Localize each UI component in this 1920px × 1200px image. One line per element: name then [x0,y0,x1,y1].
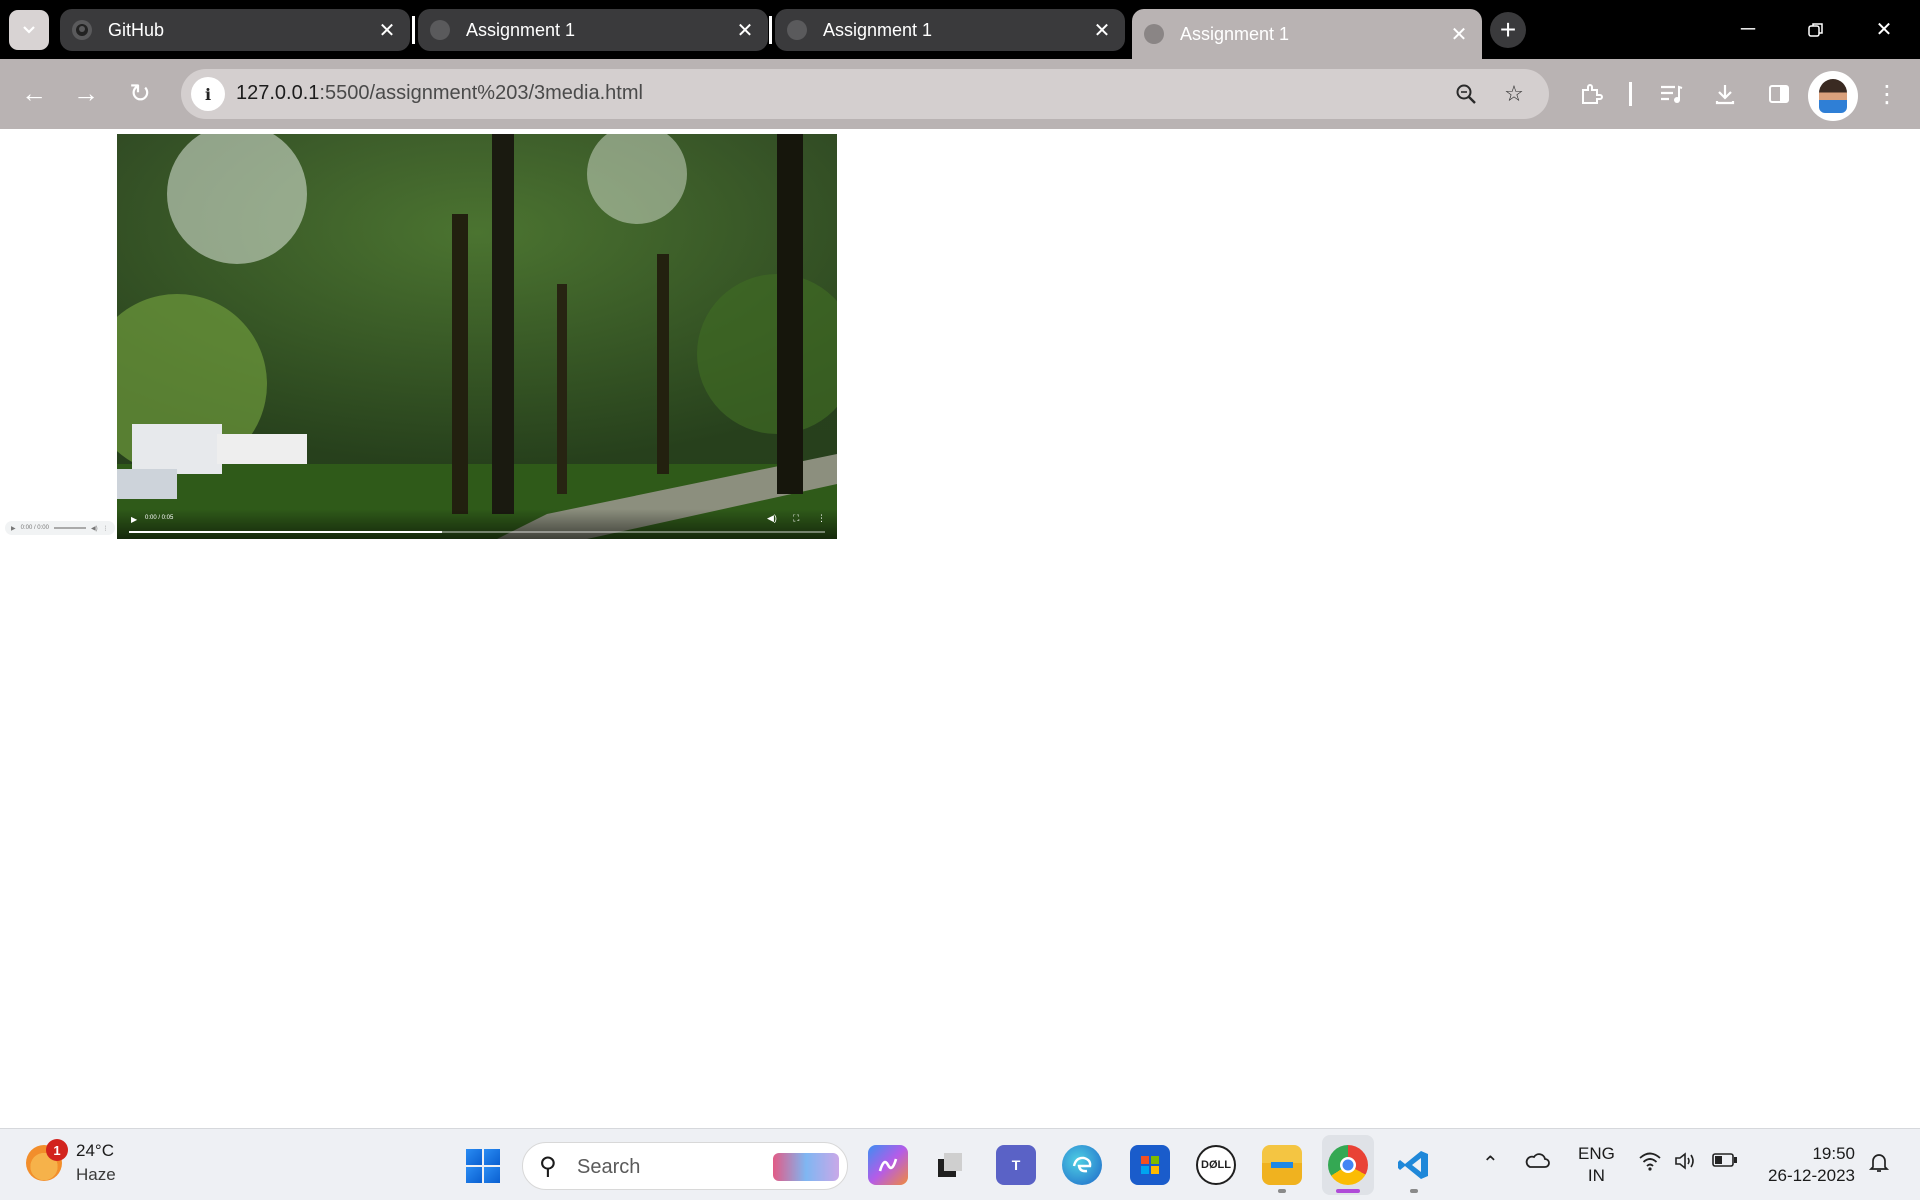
chrome-icon[interactable] [1328,1145,1368,1185]
language-line-2: IN [1587,1166,1605,1185]
edge-icon[interactable] [1062,1145,1102,1185]
language-line-1: ENG [1578,1144,1615,1163]
audio-volume-icon[interactable]: ◀) [91,525,98,532]
tab-separator [412,16,415,44]
search-highlight-art [773,1153,839,1181]
close-icon[interactable]: ✕ [1448,23,1470,46]
audio-play-icon[interactable]: ▶ [11,525,16,532]
extensions-icon[interactable] [1574,77,1608,111]
tab-separator [769,16,772,44]
tab-title: Assignment 1 [823,19,933,40]
video-volume-icon[interactable]: ◀) [767,513,777,524]
menu-kebab-icon[interactable]: ⋮ [1870,77,1904,111]
download-icon[interactable] [1708,77,1742,111]
globe-icon [1144,24,1164,44]
onedrive-cloud-icon[interactable] [1524,1151,1550,1175]
video-frame [117,134,837,539]
toolbar-divider [1629,82,1632,106]
taskbar-search[interactable]: ⚲ Search [522,1142,848,1190]
minimize-button[interactable]: ─ [1714,0,1782,59]
page-content: ▶ 0:00 / 0:00 ◀) ⋮ ▶ 0:00 / 0:05 ◀) ⛶ ⋮ [0,129,1920,1128]
close-window-button[interactable]: ✕ [1850,0,1918,59]
weather-condition[interactable]: Haze [76,1165,116,1185]
bookmark-star-icon[interactable]: ☆ [1499,79,1529,109]
tab-title: Assignment 1 [1180,23,1290,44]
tab-search-button[interactable] [9,10,49,50]
close-icon[interactable]: ✕ [734,19,756,42]
restore-icon [1808,22,1823,37]
taskbar-clock[interactable]: 19:50 26-12-2023 [1755,1143,1855,1187]
chevron-down-icon [23,26,35,34]
copilot-icon[interactable] [868,1145,908,1185]
file-explorer-icon[interactable] [1262,1145,1302,1185]
clock-time: 19:50 [1812,1144,1855,1163]
url-host: 127.0.0.1 [236,82,320,104]
video-fullscreen-icon[interactable]: ⛶ [793,513,799,524]
search-placeholder: Search [577,1156,641,1178]
new-tab-button[interactable]: + [1490,12,1526,48]
url-text[interactable]: 127.0.0.1:5500/assignment%203/3media.htm… [236,82,643,105]
address-bar[interactable]: i 127.0.0.1:5500/assignment%203/3media.h… [181,69,1549,119]
battery-icon[interactable] [1712,1151,1738,1174]
github-icon [72,20,92,40]
task-view-icon[interactable] [930,1145,970,1185]
file-explorer-running-dot [1278,1189,1286,1193]
teams-icon[interactable]: T [996,1145,1036,1185]
restore-button[interactable] [1782,0,1850,59]
taskbar: 1 24°C Haze ⚲ Search T DØLL ⌃ ENG IN 19:… [0,1128,1920,1200]
side-panel-icon[interactable] [1762,77,1796,111]
store-icon[interactable] [1130,1145,1170,1185]
video-time: 0:00 / 0:05 [145,515,174,521]
forward-button[interactable]: → [66,73,106,113]
video-controls: ▶ 0:00 / 0:05 ◀) ⛶ ⋮ [117,509,837,539]
video-menu-icon[interactable]: ⋮ [817,513,826,524]
reload-button[interactable]: ↻ [120,73,160,113]
video-player[interactable]: ▶ 0:00 / 0:05 ◀) ⛶ ⋮ [117,134,837,539]
zoom-icon[interactable] [1451,79,1481,109]
volume-icon[interactable] [1674,1151,1698,1177]
vscode-running-dot [1410,1189,1418,1193]
tab-assignment-1[interactable]: Assignment 1 ✕ [418,9,768,51]
tab-github[interactable]: GitHub ✕ [60,9,410,51]
clock-date: 26-12-2023 [1768,1166,1855,1185]
profile-avatar[interactable] [1808,71,1858,121]
tab-assignment-1[interactable]: Assignment 1 ✕ [775,9,1125,51]
back-button[interactable]: ← [14,73,54,113]
media-controls-icon[interactable] [1654,77,1688,111]
tab-title: Assignment 1 [466,19,576,40]
url-path: :5500/assignment%203/3media.html [319,82,643,104]
audio-time: 0:00 / 0:00 [20,525,49,531]
video-progress-fill [129,531,443,533]
globe-icon [430,20,450,40]
weather-temperature[interactable]: 24°C [76,1141,114,1161]
dell-icon[interactable]: DØLL [1196,1145,1236,1185]
audio-menu-icon[interactable]: ⋮ [103,525,109,532]
globe-icon [787,20,807,40]
tab-strip: GitHub ✕ Assignment 1 ✕ Assignment 1 ✕ A… [0,0,1920,59]
chrome-active-indicator [1336,1189,1360,1193]
weather-badge: 1 [46,1139,68,1161]
close-icon[interactable]: ✕ [376,19,398,42]
video-progress[interactable] [129,531,825,533]
vscode-icon[interactable] [1394,1145,1434,1185]
screen: GitHub ✕ Assignment 1 ✕ Assignment 1 ✕ A… [0,0,1920,1200]
search-icon: ⚲ [539,1153,557,1180]
close-icon[interactable]: ✕ [1091,19,1113,42]
audio-progress[interactable] [53,527,86,529]
avatar-image [1819,79,1847,113]
notifications-bell-icon[interactable] [1868,1151,1890,1179]
tab-title: GitHub [108,19,165,40]
browser-toolbar: ← → ↻ i 127.0.0.1:5500/assignment%203/3m… [0,59,1920,129]
video-play-icon[interactable]: ▶ [131,515,137,524]
show-hidden-icons-chevron-up-icon[interactable]: ⌃ [1482,1151,1499,1176]
audio-player[interactable]: ▶ 0:00 / 0:00 ◀) ⋮ [5,521,115,535]
start-windows-icon[interactable] [466,1149,500,1183]
tab-assignment-1-active[interactable]: Assignment 1 ✕ [1132,9,1482,59]
site-info-icon[interactable]: i [191,77,225,111]
wifi-icon[interactable] [1638,1151,1662,1177]
input-language[interactable]: ENG IN [1578,1143,1615,1187]
